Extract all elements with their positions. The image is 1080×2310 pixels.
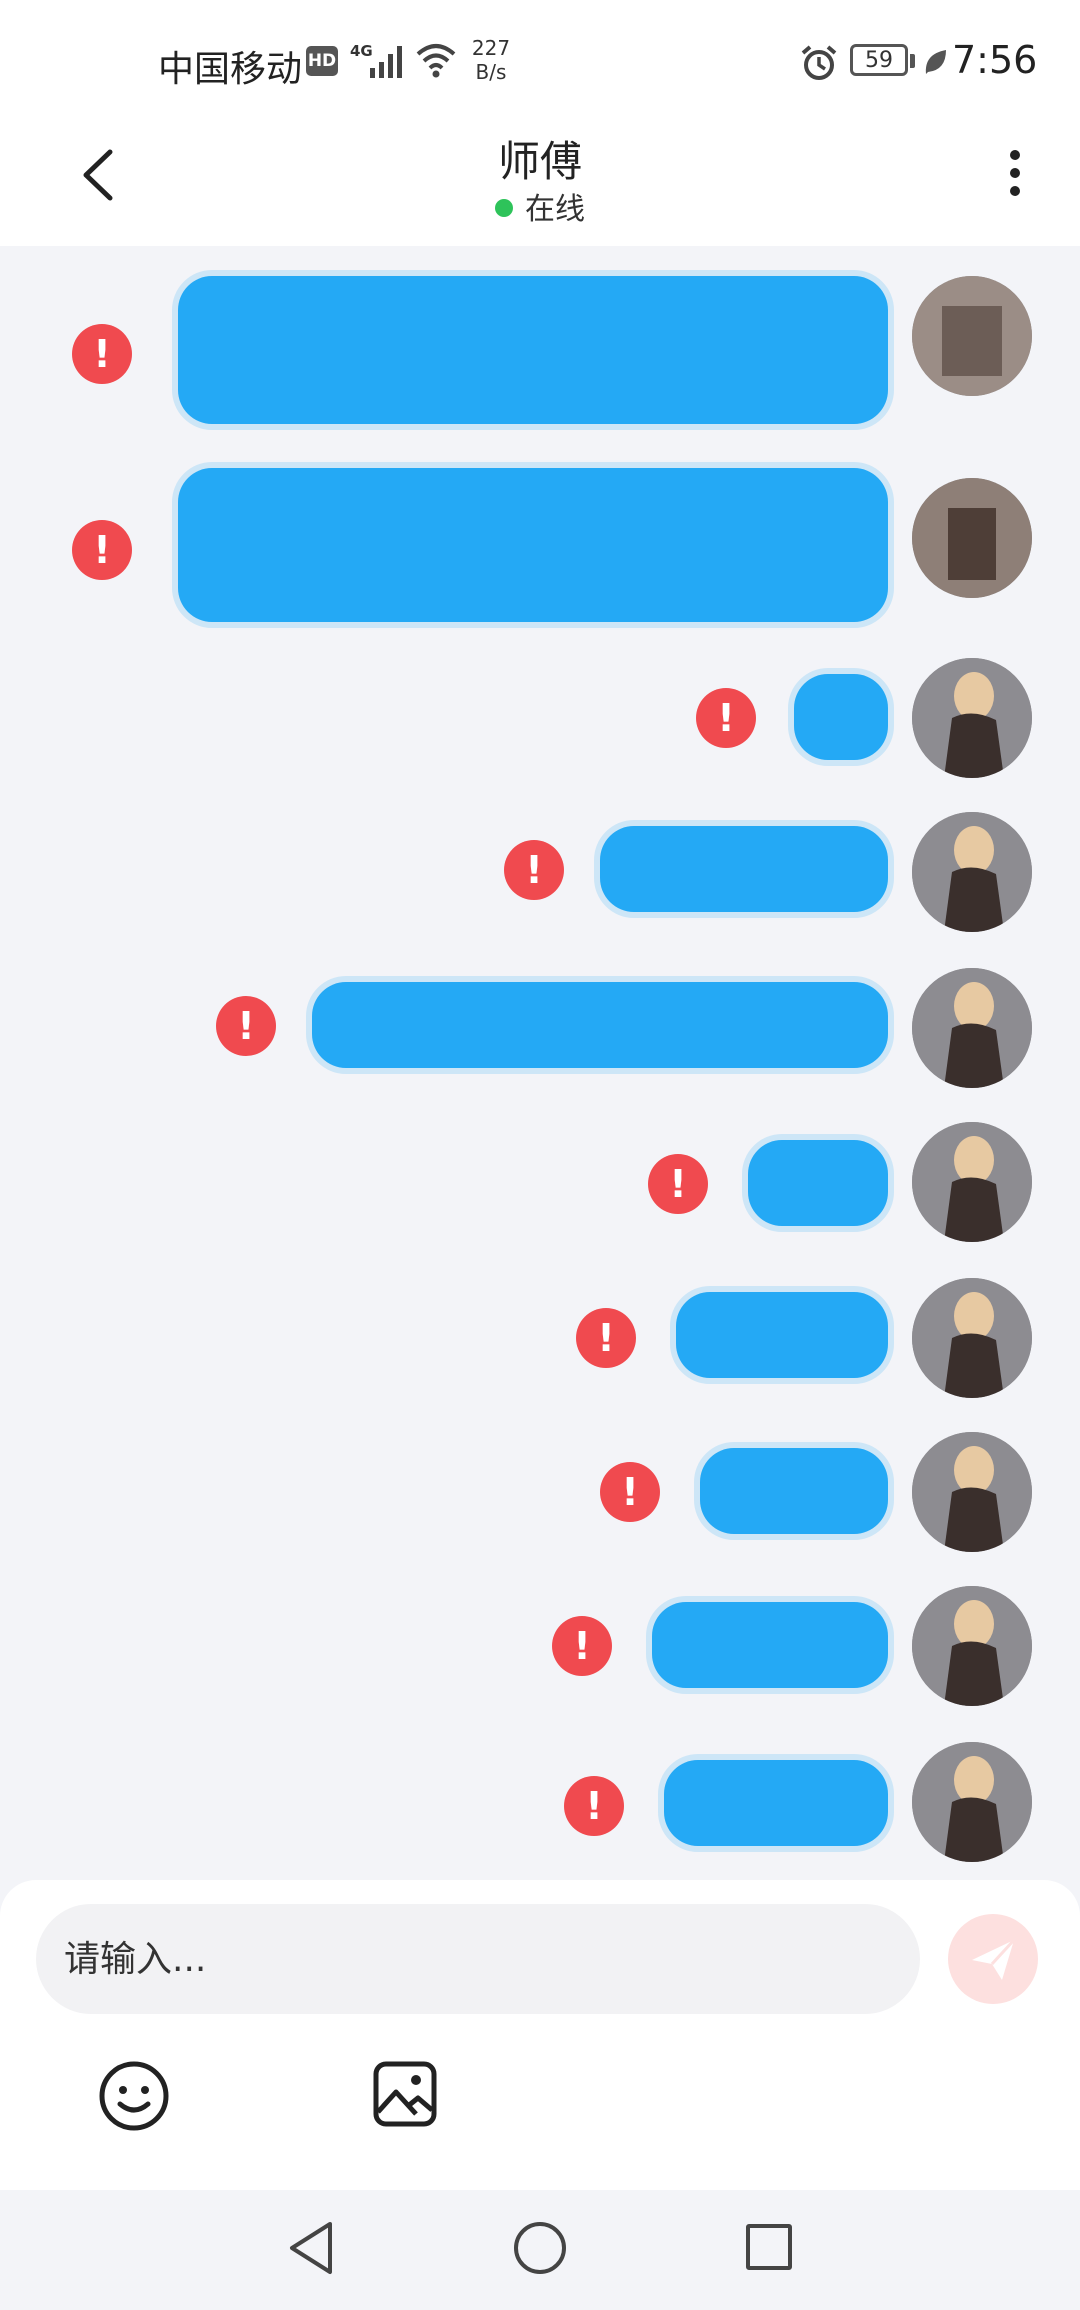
message-bubble[interactable] [312,982,888,1068]
avatar[interactable] [912,658,1032,778]
avatar[interactable] [912,1742,1032,1862]
contact-name: 师傅 [497,137,582,186]
send-failed-icon[interactable]: ! [600,1462,660,1522]
send-failed-icon[interactable]: ! [72,520,132,580]
image-icon[interactable] [372,2060,438,2128]
network-speed: 227 B/s [471,36,511,84]
battery-tip [910,54,915,68]
message-input[interactable] [36,1904,920,2014]
nav-home-icon[interactable] [514,2222,566,2274]
online-status-label: 在线 [525,192,585,227]
signal-icon [370,46,402,78]
avatar-image [912,1742,1032,1862]
message-row: ! [0,1586,1080,1716]
message-row: ! [0,1122,1080,1252]
composer [0,1880,1080,2190]
message-row: ! [0,968,1080,1098]
nav-back-icon[interactable] [286,2220,336,2276]
avatar[interactable] [912,1278,1032,1398]
message-row: ! [0,812,1080,942]
chat-header: 师傅 在线 [0,120,1080,246]
message-row: ! [0,276,1080,426]
alarm-icon [801,45,837,80]
avatar[interactable] [912,968,1032,1088]
avatar[interactable] [912,1122,1032,1242]
avatar[interactable] [912,1586,1032,1706]
message-bubble[interactable] [600,826,888,912]
message-bubble[interactable] [700,1448,888,1534]
more-vertical-icon[interactable] [1000,144,1030,214]
battery-indicator: 59 [850,44,908,76]
avatar-image [912,478,1032,598]
avatar[interactable] [912,812,1032,932]
avatar-image [912,658,1032,778]
avatar-image [912,1122,1032,1242]
send-failed-icon[interactable]: ! [696,688,756,748]
send-failed-icon[interactable]: ! [648,1154,708,1214]
message-bubble[interactable] [178,276,888,424]
message-row: ! [0,658,1080,788]
system-nav-bar [0,2190,1080,2310]
send-failed-icon[interactable]: ! [552,1616,612,1676]
wifi-icon [416,44,456,78]
message-row: ! [0,468,1080,628]
avatar-image [912,812,1032,932]
avatar-image [912,276,1032,396]
send-button[interactable] [948,1914,1038,2004]
avatar-image [912,1278,1032,1398]
message-bubble[interactable] [748,1140,888,1226]
clock: 7:56 [952,38,1038,82]
message-bubble[interactable] [676,1292,888,1378]
send-failed-icon[interactable]: ! [72,324,132,384]
avatar-image [912,1586,1032,1706]
nav-recents-icon[interactable] [746,2224,792,2270]
status-bar: 中国移动 HD 4G 227 B/s 59 7:56 [0,0,1080,120]
paper-plane-icon [972,1938,1016,1980]
message-bubble[interactable] [652,1602,888,1688]
send-failed-icon[interactable]: ! [504,840,564,900]
message-bubble[interactable] [664,1760,888,1846]
message-list[interactable]: ! ! ! ! ! ! ! ! ! ! [0,246,1080,1880]
send-failed-icon[interactable]: ! [564,1776,624,1836]
carrier-name: 中国移动 [158,49,303,90]
avatar-image [912,968,1032,1088]
online-dot-icon [495,198,513,217]
send-failed-icon[interactable]: ! [576,1308,636,1368]
message-row: ! [0,1432,1080,1562]
avatar[interactable] [912,276,1032,396]
online-status: 在线 [0,184,1080,228]
hd-badge: HD [306,46,338,76]
power-saving-leaf-icon [925,50,946,74]
avatar[interactable] [912,478,1032,598]
send-failed-icon[interactable]: ! [216,996,276,1056]
avatar-image [912,1432,1032,1552]
message-bubble[interactable] [178,468,888,622]
message-bubble[interactable] [794,674,888,760]
smiley-icon[interactable] [98,2060,170,2132]
message-row: ! [0,1278,1080,1408]
avatar[interactable] [912,1432,1032,1552]
message-row: ! [0,1742,1080,1872]
